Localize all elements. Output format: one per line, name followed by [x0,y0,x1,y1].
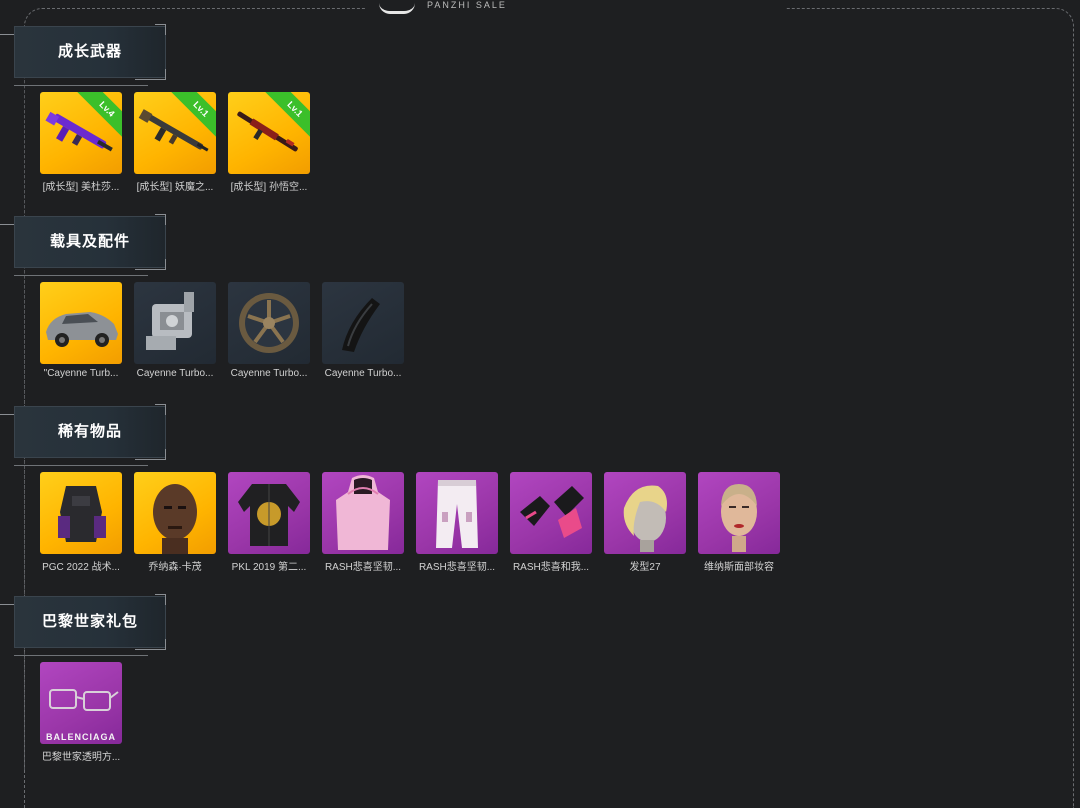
item-caption: [成长型] 妖魔之... [136,182,214,193]
item-thumbnail[interactable] [510,472,592,554]
brand-label: BALENCIAGA [46,732,116,742]
brand-logo-icon [379,3,415,14]
item-thumbnail[interactable]: Lv.1 [134,92,216,174]
item-thumbnail[interactable]: Lv.1 [228,92,310,174]
header-mark [0,224,14,267]
item-card[interactable]: 发型27 [604,472,686,573]
item-caption: PKL 2019 第二... [231,562,307,573]
gloves-icon [520,486,584,538]
wheel-icon [239,293,299,353]
item-card[interactable]: Cayenne Turbo... [322,282,404,379]
item-thumbnail[interactable] [416,472,498,554]
item-row-balenciaga-pack: BALENCIAGA 巴黎世家透明方... [40,662,122,763]
item-card[interactable]: 乔纳森·卡茂 [134,472,216,573]
item-thumbnail[interactable]: Lv.4 [40,92,122,174]
item-row-vehicles: "Cayenne Turb... Cayenne Turbo... Cayenn… [40,282,404,379]
item-card[interactable]: Cayenne Turbo... [134,282,216,379]
item-caption: Cayenne Turbo... [324,368,402,379]
item-thumbnail[interactable]: BALENCIAGA [40,662,122,744]
item-thumbnail[interactable] [40,472,122,554]
face-icon [153,484,197,554]
item-thumbnail[interactable] [604,472,686,554]
item-thumbnail[interactable] [228,472,310,554]
item-card[interactable]: Lv.1 [成长型] 妖魔之... [134,92,216,193]
item-caption: 巴黎世家透明方... [41,752,121,763]
item-thumbnail[interactable] [134,282,216,364]
hoodie-icon [336,475,390,550]
header-mark [0,414,14,457]
item-thumbnail[interactable] [40,282,122,364]
jacket-icon [238,484,300,546]
item-caption: 乔纳森·卡茂 [148,562,202,573]
header-underline [14,85,148,86]
section-title: 成长武器 [57,43,122,60]
pants-icon [436,480,478,548]
item-card[interactable]: BALENCIAGA 巴黎世家透明方... [40,662,122,763]
item-caption: [成长型] 美杜莎... [42,182,120,193]
item-card[interactable]: "Cayenne Turb... [40,282,122,379]
item-thumbnail[interactable] [322,472,404,554]
item-caption: PGC 2022 战术... [42,562,120,573]
section-title: 载具及配件 [49,233,130,250]
item-card[interactable]: RASH悲喜坚韧... [322,472,404,573]
section-title: 稀有物品 [57,423,122,440]
spoiler-icon [342,298,380,352]
item-caption: Cayenne Turbo... [230,368,308,379]
header-underline [14,655,148,656]
engine-icon [146,292,194,350]
item-card[interactable]: Lv.1 [成长型] 孙悟空... [228,92,310,193]
item-card[interactable]: RASH悲喜和我... [510,472,592,573]
item-thumbnail[interactable] [322,282,404,364]
brand-header: PANZHI SALE [365,0,785,17]
section-title: 巴黎世家礼包 [41,613,138,630]
item-caption: 维纳斯面部妆容 [704,562,774,573]
item-thumbnail[interactable] [698,472,780,554]
item-caption: [成长型] 孙悟空... [230,182,308,193]
section-header-growth-weapons: 成长武器 [0,16,170,86]
section-header-balenciaga-pack: 巴黎世家礼包 [0,586,170,656]
item-thumbnail[interactable] [228,282,310,364]
item-row-growth-weapons: Lv.4 [成长型] 美杜莎... Lv.1 [成长型] 妖魔之... Lv.1… [40,92,310,193]
hair-icon [623,485,667,552]
item-caption: RASH悲喜和我... [512,562,590,573]
item-caption: "Cayenne Turb... [43,368,119,379]
item-card[interactable]: PKL 2019 第二... [228,472,310,573]
item-thumbnail[interactable] [134,472,216,554]
section-header-vehicles: 载具及配件 [0,206,170,276]
item-caption: 发型27 [629,562,661,573]
header-mark [0,604,14,647]
car-icon [46,312,118,347]
item-caption: Cayenne Turbo... [136,368,214,379]
item-row-rare-items: PGC 2022 战术... 乔纳森·卡茂 PKL 2019 第二... RAS… [40,472,780,573]
item-card[interactable]: PGC 2022 战术... [40,472,122,573]
item-card[interactable]: 维纳斯面部妆容 [698,472,780,573]
header-underline [14,465,148,466]
header-mark [0,34,14,77]
item-card[interactable]: Cayenne Turbo... [228,282,310,379]
item-card[interactable]: RASH悲喜坚韧... [416,472,498,573]
section-header-rare-items: 稀有物品 [0,396,170,466]
item-card[interactable]: Lv.4 [成长型] 美杜莎... [40,92,122,193]
vest-icon [58,486,106,542]
makeup-icon [721,484,757,552]
brand-subtitle: PANZHI SALE [427,0,507,10]
item-caption: RASH悲喜坚韧... [418,562,496,573]
header-underline [14,275,148,276]
item-caption: RASH悲喜坚韧... [324,562,402,573]
